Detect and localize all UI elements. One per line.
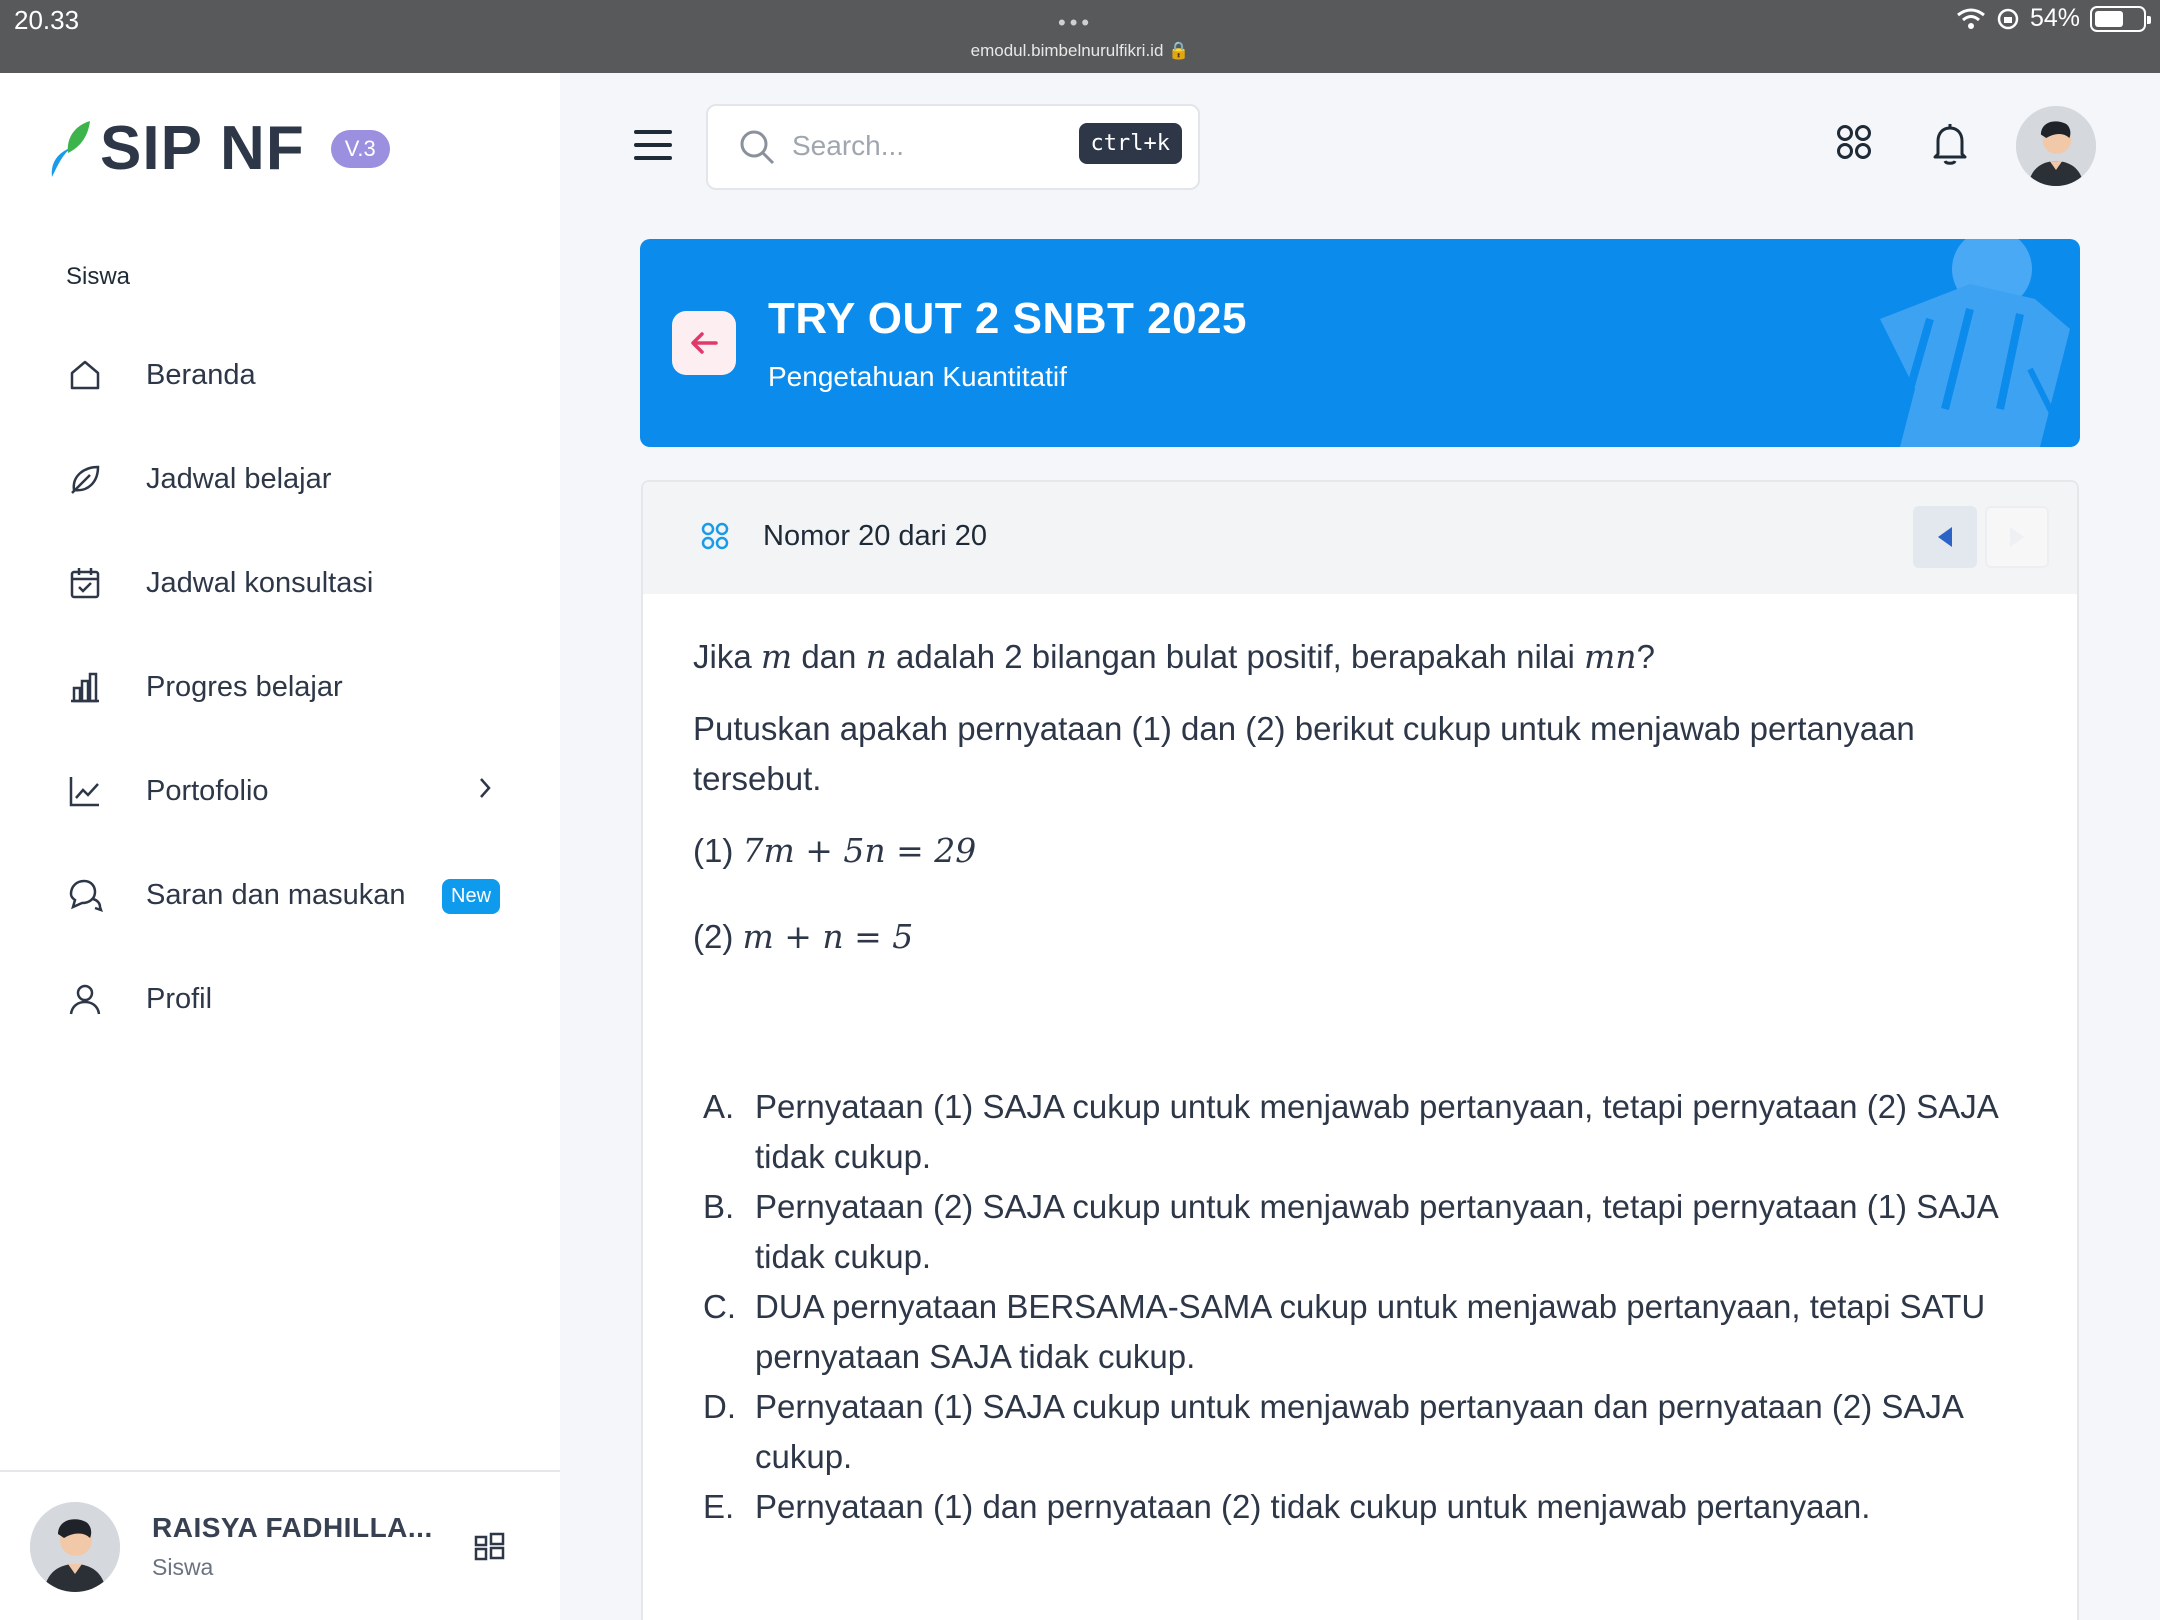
url-bar[interactable]: emodul.bimbelnurulfikri.id 🔒 (0, 41, 2160, 61)
statement-1: (1) 7m + 5n = 29 (693, 831, 977, 870)
user-role: Siswa (152, 1554, 214, 1580)
logo[interactable]: SIP NF V.3 (48, 113, 390, 184)
exam-subtitle: Pengetahuan Kuantitatif (768, 361, 1067, 392)
battery-icon (2090, 5, 2151, 32)
rotation-lock-icon (1997, 8, 2019, 29)
student-illustration (1880, 239, 2070, 447)
avatar[interactable] (30, 1502, 120, 1592)
sidebar-item-label: Profil (146, 982, 213, 1015)
sidebar-item-label: Beranda (146, 358, 256, 391)
new-badge: New (442, 879, 501, 914)
question-instruction: Putuskan apakah pernyataan (1) dan (2) b… (693, 710, 1915, 797)
question-text: Jika m dan n adalah 2 bilangan bulat pos… (693, 637, 1655, 676)
chat-icon (66, 876, 104, 914)
question-header: Nomor 20 dari 20 (643, 482, 2077, 594)
option-e[interactable]: E. Pernyataan (1) dan pernyataan (2) tida… (703, 1482, 2043, 1532)
version-badge: V.3 (330, 129, 390, 168)
home-icon (66, 356, 104, 394)
exam-banner: TRY OUT 2 SNBT 2025 Pengetahuan Kuantita… (640, 239, 2080, 447)
sidebar: SIP NF V.3 Siswa Beranda Jadwal belajar … (0, 73, 560, 1620)
sidebar-item-label: Jadwal belajar (146, 462, 332, 495)
option-a[interactable]: A. Pernyataan (1) SAJA cukup untuk menjaw… (703, 1082, 2043, 1182)
sidebar-item-label: Progres belajar (146, 670, 343, 703)
clock: 20.33 (14, 5, 80, 35)
question-card: Nomor 20 dari 20 Jika m dan n adalah 2 b… (641, 480, 2079, 1620)
status-icons: 54% (1956, 4, 2151, 33)
sidebar-nav: Beranda Jadwal belajar Jadwal konsultasi… (0, 323, 560, 1051)
user-icon (66, 980, 104, 1018)
question-body: Jika m dan n adalah 2 bilangan bulat pos… (693, 632, 2043, 984)
bell-icon[interactable] (1930, 122, 1970, 171)
shortcut-badge: ctrl+k (1078, 123, 1182, 164)
profile-avatar[interactable] (2016, 106, 2096, 186)
sidebar-item-saran-dan-masukan[interactable]: Saran dan masukan New (0, 843, 560, 947)
lock-icon: 🔒 (1168, 41, 1190, 60)
statement-2: (2) m + n = 5 (693, 917, 914, 956)
chevron-right-icon[interactable] (476, 775, 494, 806)
sidebar-item-label: Jadwal konsultasi (146, 566, 374, 599)
question-grid-icon[interactable] (701, 522, 729, 555)
option-d[interactable]: D. Pernyataan (1) SAJA cukup untuk menjaw… (703, 1382, 2043, 1482)
user-name: RAISYA FADHILLA... (152, 1512, 433, 1543)
back-button[interactable] (672, 311, 736, 375)
menu-toggle-icon[interactable] (634, 130, 672, 169)
answer-options: A. Pernyataan (1) SAJA cukup untuk menjaw… (703, 1082, 2043, 1532)
bar-chart-icon (66, 668, 104, 706)
search-placeholder: Search... (792, 130, 905, 161)
exam-title: TRY OUT 2 SNBT 2025 (768, 294, 1247, 343)
user-panel[interactable]: RAISYA FADHILLA... Siswa (0, 1470, 560, 1620)
sidebar-item-label: Saran dan masukan (146, 878, 406, 911)
sidebar-item-jadwal-konsultasi[interactable]: Jadwal konsultasi (0, 531, 560, 635)
status-bar: 20.33 ••• emodul.bimbelnurulfikri.id 🔒 5… (0, 0, 2160, 73)
sidebar-item-portofolio[interactable]: Portofolio (0, 739, 560, 843)
more-dots[interactable]: ••• (1058, 10, 1093, 36)
url-text: emodul.bimbelnurulfikri.id (970, 41, 1164, 60)
section-label: Siswa (66, 263, 131, 290)
leaf-icon (66, 460, 104, 498)
trend-chart-icon (66, 772, 104, 810)
question-counter: Nomor 20 dari 20 (763, 520, 988, 552)
sidebar-item-label: Portofolio (146, 774, 269, 807)
option-c[interactable]: C. DUA pernyataan BERSAMA-SAMA cukup untu… (703, 1282, 2043, 1382)
sidebar-item-profil[interactable]: Profil (0, 947, 560, 1051)
calendar-check-icon (66, 564, 104, 602)
triangle-left-icon (1938, 527, 1952, 547)
option-b[interactable]: B. Pernyataan (2) SAJA cukup untuk menjaw… (703, 1182, 2043, 1282)
search-input[interactable]: Search... ctrl+k (706, 104, 1200, 190)
battery-percent: 54% (2029, 4, 2080, 32)
sidebar-item-jadwal-belajar[interactable]: Jadwal belajar (0, 427, 560, 531)
wifi-icon (1957, 8, 1985, 29)
sidebar-item-beranda[interactable]: Beranda (0, 323, 560, 427)
sidebar-item-progres-belajar[interactable]: Progres belajar (0, 635, 560, 739)
prev-question-button[interactable] (1913, 506, 1977, 568)
brand-name: SIP NF (100, 114, 305, 183)
leaf-logo-icon (51, 120, 90, 177)
arrow-left-icon (691, 332, 718, 354)
search-icon (738, 128, 776, 171)
switch-dashboard-icon[interactable] (474, 1532, 506, 1567)
triangle-right-icon (2010, 527, 2024, 547)
next-question-button[interactable] (1985, 506, 2049, 568)
apps-grid-icon[interactable] (1836, 124, 1872, 165)
